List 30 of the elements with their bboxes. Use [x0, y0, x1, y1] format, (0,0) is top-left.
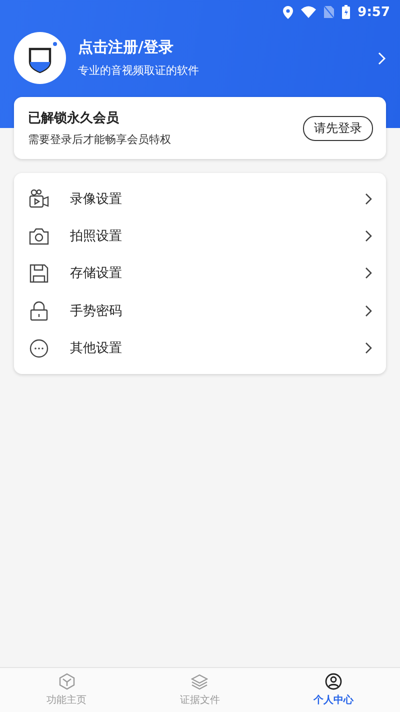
chevron-right-icon: [365, 230, 372, 242]
chevron-right-icon[interactable]: [378, 52, 386, 64]
settings-item[interactable]: 录像设置: [14, 180, 386, 218]
wifi-icon: [300, 6, 316, 18]
layers-icon: [191, 674, 208, 690]
settings-item[interactable]: 其他设置: [14, 330, 386, 367]
chevron-right-icon: [365, 267, 372, 280]
status-time: 9:57: [358, 4, 390, 20]
avatar-shield-icon[interactable]: [14, 32, 66, 84]
chevron-right-icon: [365, 192, 372, 205]
user-icon: [324, 673, 342, 690]
no-sim-icon: [324, 6, 334, 18]
chevron-right-icon: [365, 304, 372, 317]
settings-item[interactable]: 拍照设置: [14, 217, 386, 255]
video-camera-icon: [28, 189, 50, 208]
app-tagline: 专业的音视频取证的软件: [78, 63, 200, 78]
login-button[interactable]: 请先登录: [303, 116, 373, 140]
location-icon: [282, 6, 293, 18]
camera-icon: [28, 228, 50, 245]
battery-icon: [342, 5, 350, 19]
nav-tab[interactable]: 个人中心: [266, 668, 400, 712]
settings-item[interactable]: 手势密码: [14, 292, 386, 330]
login-title[interactable]: 点击注册/登录: [78, 38, 366, 57]
chevron-right-icon: [365, 342, 372, 354]
cube-icon: [58, 673, 75, 690]
lock-icon: [28, 300, 50, 321]
membership-title: 已解锁永久会员: [28, 110, 120, 127]
settings-item[interactable]: 存储设置: [14, 254, 386, 292]
more-icon: [28, 338, 50, 358]
membership-note: 需要登录后才能畅享会员特权: [28, 132, 172, 147]
